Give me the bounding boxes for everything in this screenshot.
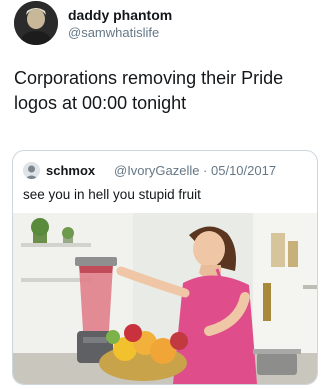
quoted-display-name[interactable]: schmox	[46, 163, 95, 178]
avatar[interactable]	[14, 1, 58, 45]
woman-blending-fruit-photo-icon	[13, 213, 317, 384]
quoted-avatar[interactable]	[23, 162, 40, 179]
display-name[interactable]: daddy phantom	[68, 7, 172, 23]
quoted-handle-and-date[interactable]: @IvoryGazelle · 05/10/2017	[114, 163, 276, 178]
quoted-tweet-image[interactable]	[13, 213, 317, 384]
quoted-user-avatar-icon	[23, 162, 40, 179]
tweet-text: Corporations removing their Pride logos …	[14, 68, 284, 113]
tweet-header: daddy phantom @samwhatislife	[14, 0, 324, 50]
quoted-tweet[interactable]: schmox @IvoryGazelle · 05/10/2017 see yo…	[12, 150, 318, 385]
quoted-tweet-text: see you in hell you stupid fruit	[23, 187, 201, 202]
user-handle[interactable]: @samwhatislife	[68, 25, 159, 40]
quoted-tweet-header: schmox @IvoryGazelle · 05/10/2017	[23, 161, 313, 181]
user-avatar-photo-icon	[14, 1, 58, 45]
